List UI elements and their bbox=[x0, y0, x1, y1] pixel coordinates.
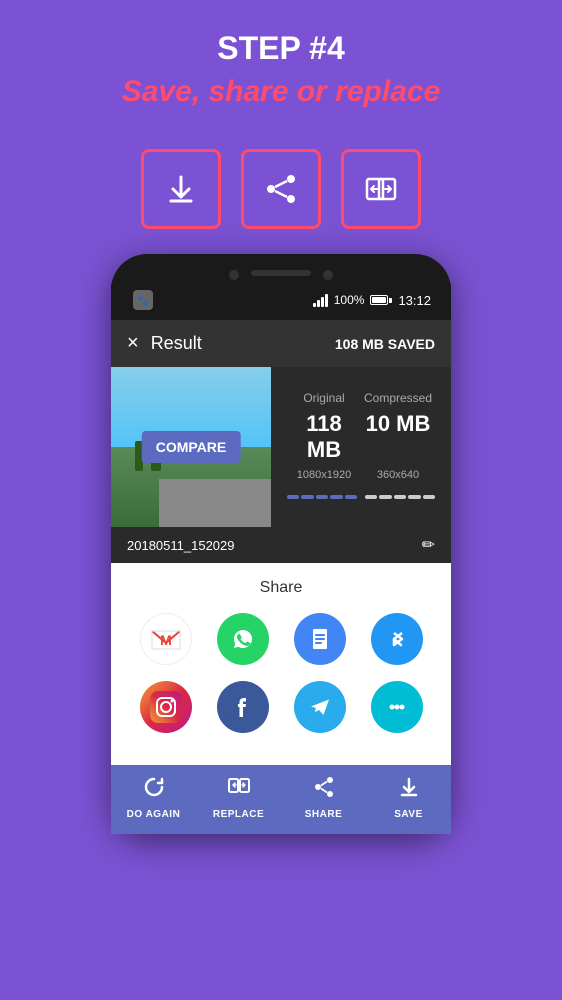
close-button[interactable]: × bbox=[127, 332, 139, 355]
save-label: SAVE bbox=[394, 809, 423, 820]
gdocs-share-button[interactable] bbox=[294, 613, 346, 665]
do-again-button[interactable]: DO AGAIN bbox=[111, 775, 196, 820]
edit-icon[interactable]: ✏ bbox=[422, 535, 435, 555]
svg-text:M: M bbox=[160, 632, 172, 648]
phone-mockup: 🐾 100% 13:12 × Result 108 MB SAVED bbox=[111, 254, 451, 834]
app-bar: × Result 108 MB SAVED bbox=[111, 320, 451, 367]
app-icon: 🐾 bbox=[131, 288, 155, 312]
camera-dot-2 bbox=[323, 270, 333, 280]
do-again-label: DO AGAIN bbox=[127, 809, 181, 820]
camera-dot bbox=[229, 270, 239, 280]
app-bar-left: × Result bbox=[127, 332, 202, 355]
do-again-icon bbox=[142, 775, 166, 805]
file-name: 20180511_152029 bbox=[127, 538, 235, 553]
download-button[interactable] bbox=[141, 149, 221, 229]
action-buttons-row bbox=[141, 149, 421, 229]
svg-text:🐾: 🐾 bbox=[137, 295, 149, 307]
image-stats-row: COMPARE Original Compressed 118 MB 10 MB bbox=[111, 367, 451, 527]
instagram-share-button[interactable] bbox=[140, 681, 192, 733]
compressed-col: Compressed bbox=[361, 391, 435, 405]
battery-icon bbox=[370, 295, 392, 305]
image-container: COMPARE bbox=[111, 367, 271, 527]
replace-button[interactable]: REPLACE bbox=[196, 775, 281, 820]
original-progress bbox=[287, 495, 357, 499]
gmail-share-button[interactable]: M bbox=[140, 613, 192, 665]
compressed-label: Compressed bbox=[364, 391, 432, 405]
signal-icon bbox=[313, 294, 328, 307]
replace-icon bbox=[227, 775, 251, 805]
status-bar: 🐾 100% 13:12 bbox=[111, 284, 451, 320]
original-size: 118 MB bbox=[287, 411, 361, 463]
bottom-toolbar: DO AGAIN REPLACE bbox=[111, 765, 451, 834]
replace-action-button[interactable] bbox=[341, 149, 421, 229]
compare-button[interactable]: COMPARE bbox=[142, 431, 241, 463]
original-dim-col: 1080x1920 bbox=[287, 469, 361, 481]
save-icon bbox=[397, 775, 421, 805]
original-label: Original bbox=[303, 391, 344, 405]
share-icons-row-2 bbox=[127, 681, 435, 733]
app-bar-title: Result bbox=[151, 333, 202, 354]
top-section: STEP #4 Save, share or replace bbox=[0, 0, 562, 129]
messages-share-button[interactable] bbox=[371, 681, 423, 733]
battery-percent: 100% bbox=[334, 293, 365, 307]
share-sheet: Share M bbox=[111, 563, 451, 765]
file-info-bar: 20180511_152029 ✏ bbox=[111, 527, 451, 563]
whatsapp-share-button[interactable] bbox=[217, 613, 269, 665]
share-action-button[interactable] bbox=[241, 149, 321, 229]
share-button[interactable]: SHARE bbox=[281, 775, 366, 820]
progress-row bbox=[287, 487, 435, 503]
facebook-share-button[interactable] bbox=[217, 681, 269, 733]
saved-text: 108 MB SAVED bbox=[335, 336, 435, 352]
compressed-size-col: 10 MB bbox=[361, 411, 435, 463]
share-label: SHARE bbox=[305, 809, 343, 820]
step-title: STEP #4 bbox=[20, 30, 542, 67]
replace-label: REPLACE bbox=[213, 809, 264, 820]
step-subtitle: Save, share or replace bbox=[20, 75, 542, 109]
stats-dim-row: 1080x1920 360x640 bbox=[287, 469, 435, 481]
phone-top bbox=[111, 270, 451, 280]
save-button[interactable]: SAVE bbox=[366, 775, 451, 820]
compressed-dim: 360x640 bbox=[377, 469, 419, 481]
status-time: 13:12 bbox=[398, 293, 431, 308]
original-col: Original bbox=[287, 391, 361, 405]
telegram-share-button[interactable] bbox=[294, 681, 346, 733]
share-title: Share bbox=[127, 579, 435, 597]
stats-header-row: Original Compressed bbox=[287, 391, 435, 405]
stats-size-row: 118 MB 10 MB bbox=[287, 411, 435, 463]
compressed-size: 10 MB bbox=[366, 411, 431, 437]
bluetooth-share-button[interactable] bbox=[371, 613, 423, 665]
status-right: 100% 13:12 bbox=[313, 293, 431, 308]
share-icons-row-1: M bbox=[127, 613, 435, 665]
compressed-progress bbox=[365, 495, 435, 499]
compressed-dim-col: 360x640 bbox=[361, 469, 435, 481]
speaker bbox=[251, 270, 311, 276]
share-icon bbox=[312, 775, 336, 805]
original-size-col: 118 MB bbox=[287, 411, 361, 463]
stats-panel: Original Compressed 118 MB 10 MB 1080x19… bbox=[271, 367, 451, 527]
original-dim: 1080x1920 bbox=[297, 469, 351, 481]
